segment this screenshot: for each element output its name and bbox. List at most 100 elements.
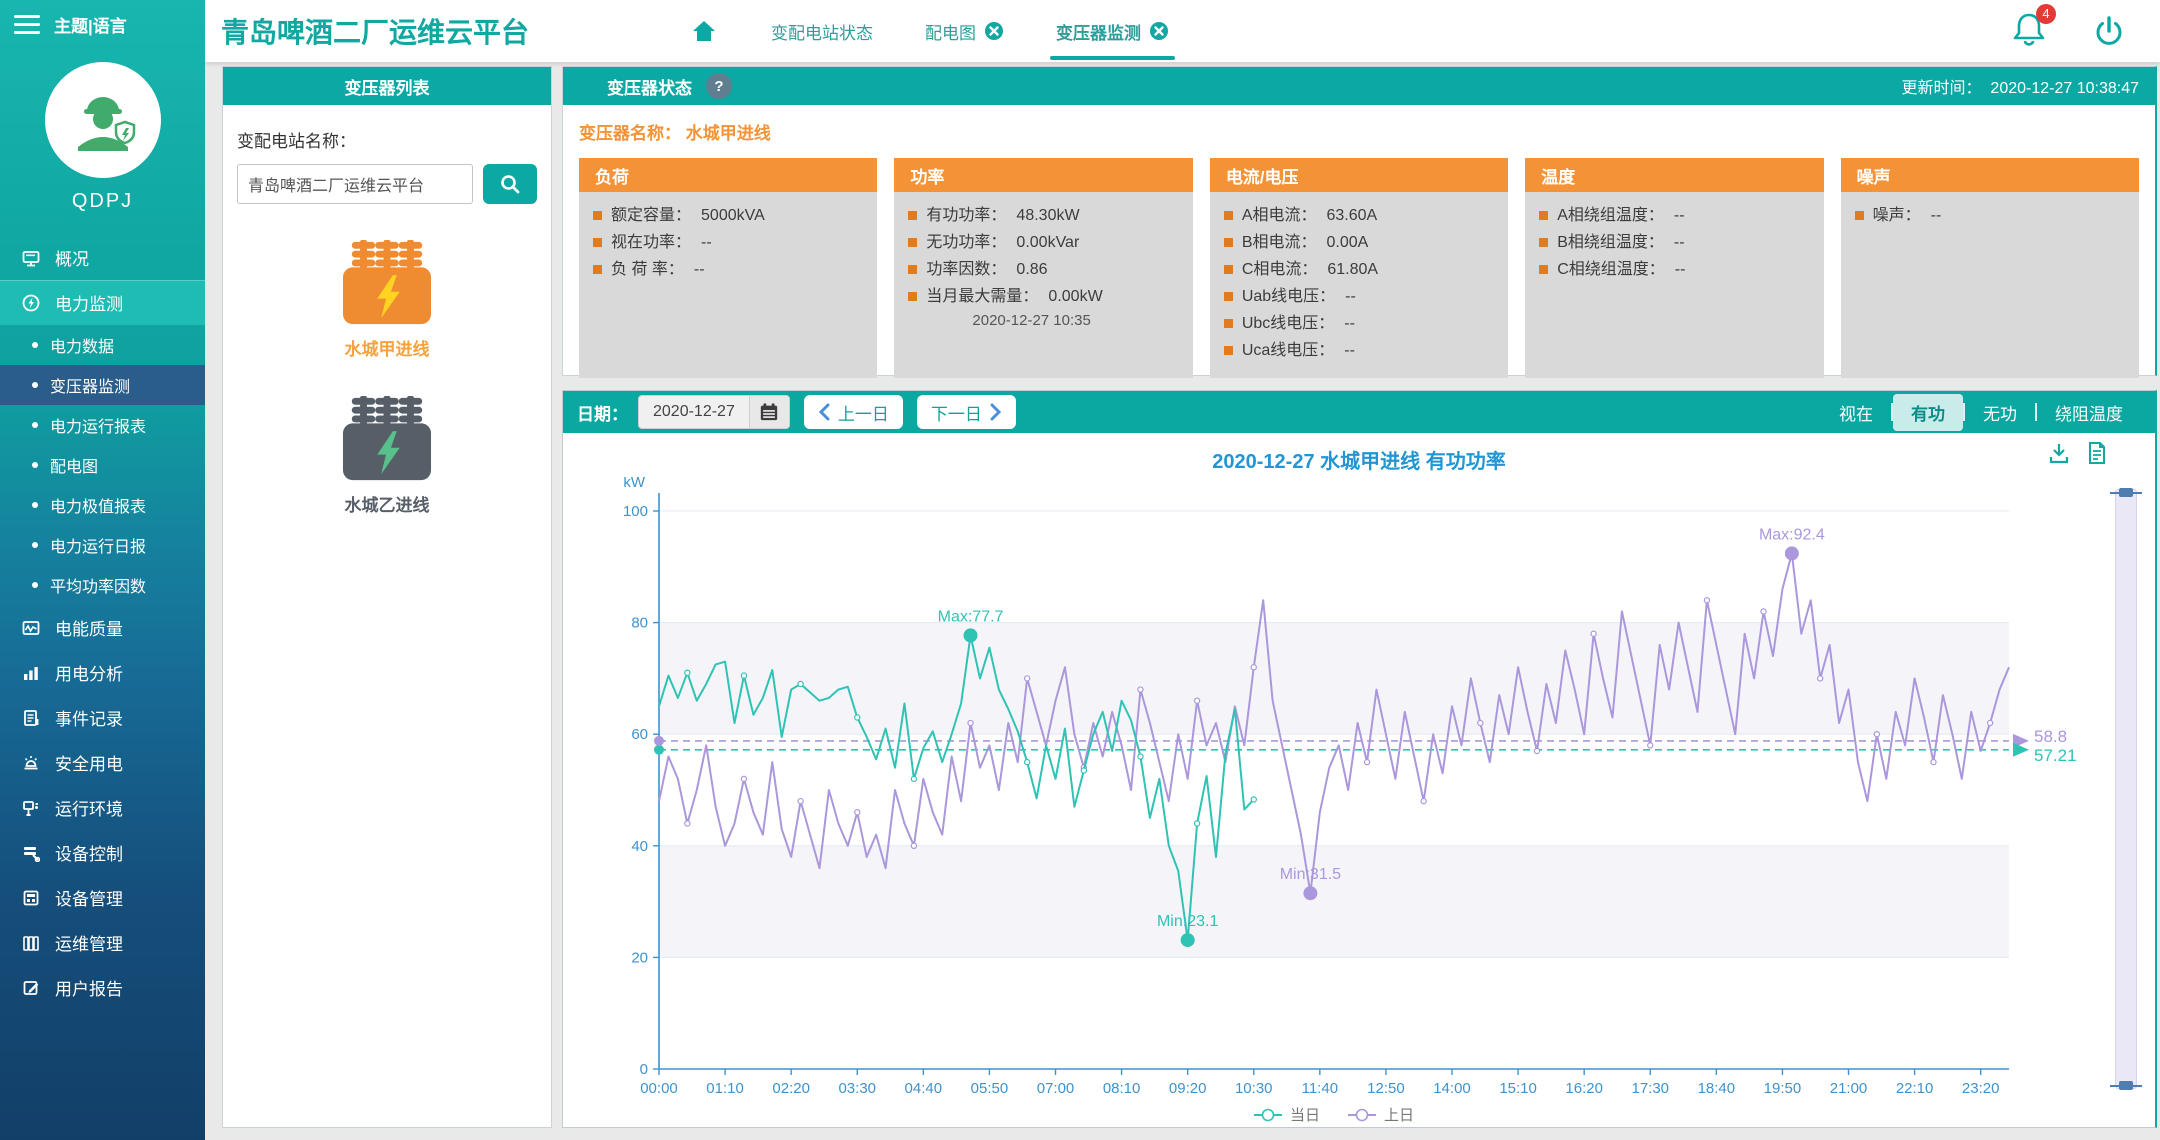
sidebar-item-1[interactable]: 电力监测 [0,280,205,325]
svg-text:20: 20 [631,949,648,966]
theme-language-link[interactable]: 主题|语言 [54,12,127,37]
datazoom-bottom-handle[interactable] [2110,1081,2142,1090]
metric-card-1: 功率有功功率：48.30kW无功功率：0.00kVar功率因数：0.86当月最大… [894,158,1192,378]
datazoom-slider[interactable] [2115,489,2137,1089]
help-icon[interactable]: ? [706,73,732,99]
sidebar-item-4[interactable]: 事件记录 [0,695,205,740]
hamburger-menu-icon[interactable] [14,10,40,39]
next-day-button[interactable]: 下一日 [917,395,1016,429]
bullet-icon [593,211,602,220]
sidebar-item-6[interactable]: 运行环境 [0,785,205,830]
avatar[interactable] [45,62,161,178]
svg-text:11:40: 11:40 [1302,1080,1338,1097]
svg-text:08:10: 08:10 [1103,1080,1141,1097]
sidebar-subitem-1-0[interactable]: 电力数据 [0,325,205,365]
report-icon[interactable] [2085,441,2109,470]
metric-row: A相电流：63.60A [1224,204,1494,227]
sidebar-subitem-1-6[interactable]: 平均功率因数 [0,565,205,605]
svg-text:0: 0 [640,1061,648,1078]
sidebar-item-8[interactable]: 设备管理 [0,875,205,920]
svg-text:10:30: 10:30 [1235,1080,1273,1097]
page-title: 青岛啤酒二厂运维云平台 [221,11,529,51]
close-tab-icon[interactable] [1149,21,1169,41]
metric-label: 功率因数： [926,258,1006,281]
transformer-item-1[interactable]: 水城乙进线 [223,394,551,516]
metric-value: 63.60A [1327,204,1378,227]
search-button[interactable] [483,164,537,204]
metric-label: C相绕组温度： [1557,258,1665,281]
sidebar-item-2[interactable]: 电能质量 [0,605,205,650]
update-time: 更新时间： 2020-12-27 10:38:47 [1902,74,2139,98]
sidebar-subitem-1-2[interactable]: 电力运行报表 [0,405,205,445]
metric-label: 额定容量： [611,204,691,227]
metric-label: B相绕组温度： [1557,231,1664,254]
username: QDPJ [0,190,205,213]
svg-text:14:00: 14:00 [1433,1080,1471,1097]
mode-有功[interactable]: 有功 [1893,394,1963,431]
metric-label: 无功功率： [926,231,1006,254]
line-chart[interactable]: 020406080100kW00:0001:1002:2003:3004:400… [563,477,2156,1125]
svg-text:21:00: 21:00 [1830,1080,1868,1097]
mode-绕阻温度[interactable]: 绕阻温度 [2037,394,2141,431]
mode-视在[interactable]: 视在 [1821,394,1891,431]
tab-1[interactable]: 配电图 [925,0,1004,62]
transformer-icon [337,471,437,488]
environment-icon [20,797,42,819]
bullet-icon [1224,292,1233,301]
tab-label: 变压器监测 [1056,19,1141,44]
svg-text:16:20: 16:20 [1565,1080,1603,1097]
sidebar: 主题|语言 QDPJ 概况电力监测电力数据变压器监测电力运行报表配电图电力极值报… [0,0,205,1140]
sidebar-item-label: 用电分析 [55,660,123,685]
prev-day-button[interactable]: 上一日 [804,395,903,429]
metric-row: B相绕组温度：-- [1539,231,1809,254]
sidebar-subitem-1-4[interactable]: 电力极值报表 [0,485,205,525]
event-log-icon [20,707,42,729]
notifications-button[interactable]: 4 [2012,11,2046,52]
header-actions: 4 [2012,11,2160,52]
download-icon[interactable] [2047,441,2071,470]
sidebar-subitem-1-5[interactable]: 电力运行日报 [0,525,205,565]
calendar-icon[interactable] [749,395,789,429]
svg-text:18:40: 18:40 [1698,1080,1736,1097]
sidebar-item-5[interactable]: 安全用电 [0,740,205,785]
bullet-icon [593,238,602,247]
close-tab-icon[interactable] [984,21,1004,41]
card-title: 噪声 [1841,158,2139,192]
logout-button[interactable] [2092,14,2126,48]
transformer-status-panel: 变压器状态 ? 更新时间： 2020-12-27 10:38:47 变压器名称：… [562,66,2157,376]
sidebar-item-9[interactable]: 运维管理 [0,920,205,965]
metric-row: 负 荷 率：-- [593,258,863,281]
sidebar-item-label: 设备管理 [55,885,123,910]
device-control-icon [20,842,42,864]
sidebar-topbar: 主题|语言 [0,0,205,48]
metric-value: -- [1674,204,1685,227]
datazoom-top-handle[interactable] [2110,488,2142,497]
sidebar-item-3[interactable]: 用电分析 [0,650,205,695]
station-search-input[interactable] [237,164,473,204]
bullet-icon [1539,265,1548,274]
tab-0[interactable]: 变配电站状态 [771,0,873,62]
power-quality-icon [20,617,42,639]
bullet-icon [908,292,917,301]
home-icon[interactable] [689,16,719,46]
mode-无功[interactable]: 无功 [1965,394,2035,431]
sidebar-item-0[interactable]: 概况 [0,235,205,280]
sidebar-item-10[interactable]: 用户报告 [0,965,205,1010]
safe-power-icon [20,752,42,774]
sidebar-item-7[interactable]: 设备控制 [0,830,205,875]
date-picker[interactable]: 2020-12-27 [638,395,790,429]
metric-value: -- [1675,258,1686,281]
user-profile: QDPJ [0,62,205,213]
metric-value: 5000kVA [701,204,765,227]
transformer-item-0-selected[interactable]: 水城甲进线 [223,238,551,360]
metric-value: 0.00A [1327,231,1369,254]
sidebar-item-label: 设备控制 [55,840,123,865]
metric-row: 视在功率：-- [593,231,863,254]
sidebar-subitem-1-3[interactable]: 配电图 [0,445,205,485]
transformer-items: 水城甲进线水城乙进线 [223,238,551,516]
device-management-icon [20,887,42,909]
tab-2[interactable]: 变压器监测 [1056,0,1169,62]
metric-row: 无功功率：0.00kVar [908,231,1178,254]
metric-row: 有功功率：48.30kW [908,204,1178,227]
sidebar-subitem-1-1[interactable]: 变压器监测 [0,365,205,405]
